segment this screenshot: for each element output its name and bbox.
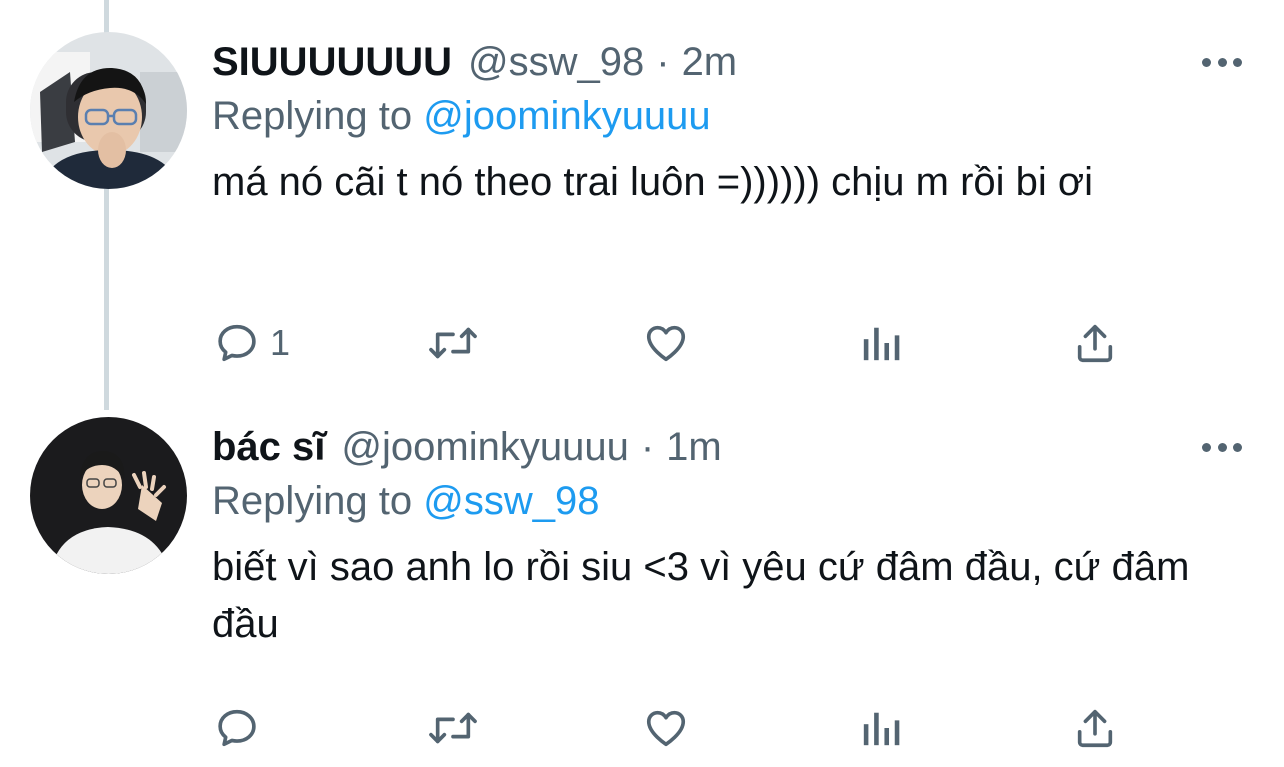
more-options-icon[interactable] — [1202, 437, 1242, 457]
like-button[interactable] — [642, 703, 690, 753]
replying-to-mention[interactable]: @joominkyuuuu — [423, 94, 710, 138]
retweet-button[interactable] — [426, 318, 480, 368]
tweet-actions: 1 — [0, 318, 1284, 368]
ellipsis-dot — [1233, 442, 1242, 452]
ellipsis-dot — [1202, 442, 1211, 452]
separator-dot: · — [656, 39, 670, 84]
timestamp[interactable]: 2m — [682, 40, 738, 85]
profile-photo-icon — [30, 32, 187, 189]
retweet-button[interactable] — [426, 703, 480, 753]
tweet-header: bác sĩ @joominkyuuuu · 1m — [212, 417, 722, 477]
heart-icon — [646, 325, 686, 362]
tweet-text: biết vì sao anh lo rồi siu <3 vì yêu cứ … — [212, 545, 1190, 646]
heart-icon — [646, 710, 686, 747]
profile-photo-icon — [30, 417, 187, 574]
display-name[interactable]: bác sĩ — [212, 425, 325, 470]
user-handle[interactable]: @ssw_98 — [468, 40, 644, 85]
separator-dot: · — [640, 424, 655, 469]
ellipsis-dot — [1217, 442, 1227, 452]
retweet-arrows-icon — [429, 327, 477, 359]
reply-button[interactable]: 1 — [214, 318, 290, 368]
ellipsis-dot — [1217, 57, 1227, 67]
reply-button[interactable] — [214, 703, 270, 753]
timestamp[interactable]: 1m — [666, 425, 722, 470]
speech-bubble-icon — [218, 324, 256, 362]
more-options-icon[interactable] — [1202, 52, 1242, 72]
ellipsis-dot — [1233, 57, 1242, 67]
user-handle[interactable]: @joominkyuuuu — [341, 425, 628, 470]
replying-to-label: Replying to — [212, 479, 413, 523]
replying-to-label: Replying to — [212, 94, 413, 138]
bar-chart-icon — [863, 712, 900, 746]
ellipsis-dot — [1202, 57, 1211, 67]
tweet[interactable]: SIUUUUUUU @ssw_98 · 2m Replying to @joom… — [0, 32, 1284, 372]
tweet-header: SIUUUUUUU @ssw_98 · 2m — [212, 32, 737, 92]
share-button[interactable] — [1072, 318, 1118, 368]
analytics-button[interactable] — [860, 318, 902, 368]
tweet-text: má nó cãi t nó theo trai luôn =)))))) ch… — [212, 160, 1093, 204]
reply-count: 1 — [270, 322, 291, 363]
speech-bubble-icon — [218, 709, 256, 747]
replying-to-line: Replying to @ssw_98 — [212, 479, 599, 524]
bar-chart-icon — [863, 327, 900, 361]
share-button[interactable] — [1072, 703, 1118, 753]
avatar[interactable] — [30, 32, 187, 189]
tweet[interactable]: bác sĩ @joominkyuuuu · 1m Replying to @s… — [0, 417, 1284, 757]
tweet-actions — [0, 703, 1284, 753]
avatar[interactable] — [30, 417, 187, 574]
share-upload-icon — [1077, 709, 1113, 748]
retweet-arrows-icon — [429, 712, 477, 744]
analytics-button[interactable] — [860, 703, 902, 753]
replying-to-mention[interactable]: @ssw_98 — [423, 479, 599, 523]
share-upload-icon — [1077, 324, 1113, 363]
display-name[interactable]: SIUUUUUUU — [212, 40, 452, 85]
replying-to-line: Replying to @joominkyuuuu — [212, 94, 711, 139]
like-button[interactable] — [642, 318, 690, 368]
